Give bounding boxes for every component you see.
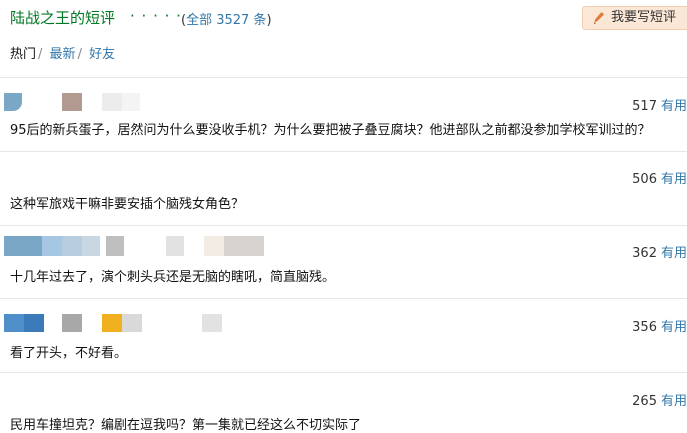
vote-count: 506 有用 <box>632 168 687 187</box>
count-close-paren: ) <box>266 13 272 28</box>
useful-button[interactable]: 有用 <box>661 99 687 114</box>
write-review-label: 我要写短评 <box>611 10 677 25</box>
tab-latest[interactable]: 最新 <box>50 47 76 62</box>
vote-count: 517 有用 <box>632 95 687 114</box>
review-text: 民用车撞坦克？编剧在逗我吗？第一集就已经这么不切实际了 <box>10 418 362 433</box>
review-text: 95后的新兵蛋子，居然问为什么要没收手机？为什么要把被子叠豆腐块？他进部队之前都… <box>10 123 651 138</box>
pencil-icon <box>593 11 605 33</box>
review-text: 这种军旅戏干嘛非要安插个脑残女角色？ <box>10 197 245 212</box>
total-count: (全部 3527 条) <box>181 9 272 28</box>
vote-number: 517 <box>632 99 657 114</box>
all-reviews-link[interactable]: 全部 3527 条 <box>186 13 266 28</box>
tab-friends[interactable]: 好友 <box>89 47 115 62</box>
tab-hot[interactable]: 热门 <box>10 47 36 62</box>
review-text: 看了开头，不好看。 <box>10 346 128 361</box>
write-review-button[interactable]: 我要写短评 <box>582 6 687 30</box>
page-title: 陆战之王的短评 <box>10 9 116 27</box>
divider <box>0 372 687 373</box>
vote-number: 265 <box>632 394 657 409</box>
divider <box>0 77 687 78</box>
useful-button[interactable]: 有用 <box>661 172 687 187</box>
page-header: 陆战之王的短评 · · · · · · (全部 3527 条) 我要写短评 <box>0 0 687 34</box>
vote-count: 356 有用 <box>632 316 687 335</box>
vote-count: 362 有用 <box>632 242 687 261</box>
tab-separator: / <box>38 47 43 62</box>
sort-tabs: 热门 / 最新 / 好友 <box>10 43 115 62</box>
vote-number: 506 <box>632 172 657 187</box>
vote-count: 265 有用 <box>632 390 687 409</box>
vote-number: 362 <box>632 246 657 261</box>
review-text: 十几年过去了，演个刺头兵还是无脑的瞎吼，简直脑残。 <box>10 270 336 285</box>
tab-separator: / <box>77 47 82 62</box>
useful-button[interactable]: 有用 <box>661 246 687 261</box>
divider <box>0 225 687 226</box>
vote-number: 356 <box>632 320 657 335</box>
useful-button[interactable]: 有用 <box>661 320 687 335</box>
useful-button[interactable]: 有用 <box>661 394 687 409</box>
divider <box>0 298 687 299</box>
divider <box>0 151 687 152</box>
